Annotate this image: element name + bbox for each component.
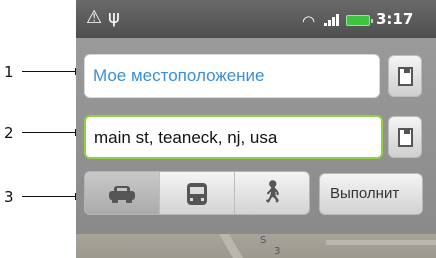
car-icon	[109, 186, 135, 203]
callout-line	[22, 71, 76, 72]
start-contact-button[interactable]	[388, 55, 422, 97]
battery-icon	[346, 15, 373, 26]
map-view[interactable]: S 3	[76, 234, 436, 258]
callout-number: 3	[4, 188, 14, 206]
mode-car-button[interactable]	[85, 172, 160, 214]
mode-walk-button[interactable]: 🚶︎	[235, 172, 309, 214]
go-button[interactable]: Выполнит	[319, 173, 423, 215]
status-clock: 3:17	[376, 10, 414, 28]
usb-icon: ψ	[108, 7, 120, 28]
callout-3: 3	[0, 188, 82, 206]
map-label: S	[260, 235, 267, 246]
warning-icon: ⚠	[86, 7, 103, 28]
callout-2: 2	[0, 124, 82, 142]
destination-field[interactable]: main st, teaneck, nj, usa	[84, 115, 383, 159]
mode-bus-button[interactable]	[160, 172, 235, 214]
signal-icon	[324, 14, 342, 26]
callout-number: 1	[4, 63, 14, 81]
contact-book-icon	[398, 67, 413, 86]
map-label: 3	[274, 246, 281, 257]
walk-icon: 🚶︎	[258, 180, 287, 205]
directions-panel: Мое местоположение main st, teaneck, nj,…	[76, 38, 436, 234]
start-location-field[interactable]: Мое местоположение	[84, 54, 380, 98]
wifi-icon: ◠	[302, 12, 316, 30]
status-bar: ⚠ ψ ◠ 3:17	[76, 0, 436, 38]
destination-contact-button[interactable]	[388, 116, 422, 158]
bus-icon	[187, 183, 207, 205]
travel-mode-selector: 🚶︎	[84, 171, 310, 215]
callout-line	[22, 196, 76, 197]
contact-book-icon	[398, 128, 413, 147]
callout-number: 2	[4, 124, 14, 142]
phone-screen: ⚠ ψ ◠ 3:17 Мое местоположение main st, t…	[76, 0, 436, 258]
callout-1: 1	[0, 63, 82, 81]
callout-line	[22, 132, 76, 133]
